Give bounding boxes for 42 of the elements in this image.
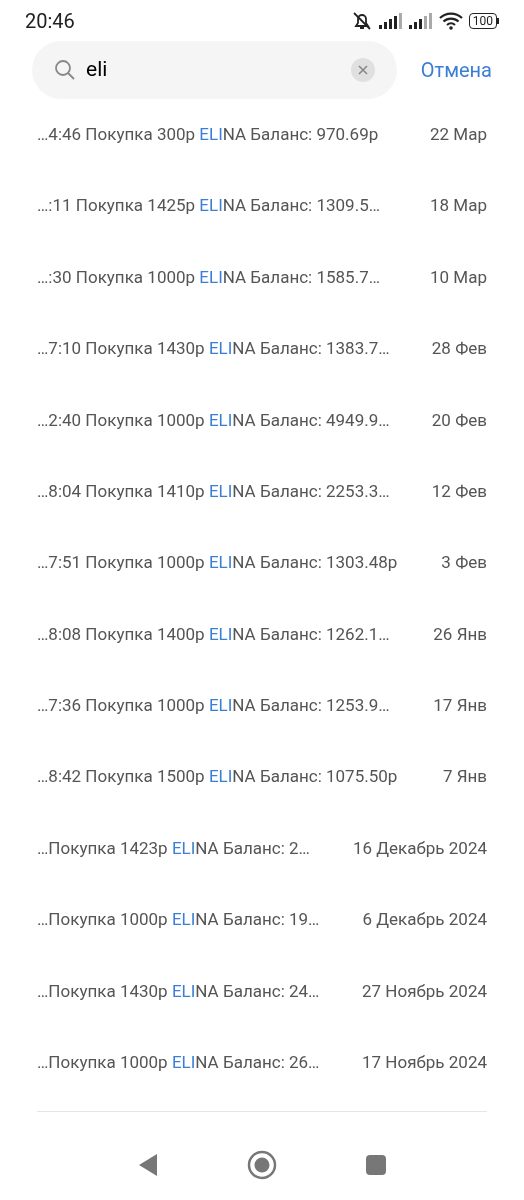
result-text[interactable]: …Покупка 1423р ELINA Баланс: 2… <box>37 835 310 862</box>
home-icon[interactable] <box>247 1150 277 1181</box>
result-date: 7 Янв <box>442 765 487 789</box>
search-field[interactable]: eli <box>32 41 397 99</box>
result-text[interactable]: …7:51 Покупка 1000р ELINA Баланс: 1303.48р <box>37 550 398 576</box>
clear-button[interactable] <box>350 58 375 82</box>
result-text[interactable]: …Покупка 1000р ELINA Баланс: 19… <box>37 907 320 933</box>
result-text[interactable]: …Покупка 1000р ELINA Баланс: 26… <box>37 1050 320 1076</box>
result-date: 16 Декабрь 2024 <box>352 836 487 860</box>
result-date: 22 Мар <box>430 122 487 146</box>
result-date: 20 Фев <box>431 408 487 432</box>
cancel-button[interactable]: Отмена <box>420 55 492 85</box>
result-text[interactable]: …:30 Покупка 1000р ELINA Баланс: 1585.7… <box>37 264 381 291</box>
result-text[interactable]: …7:10 Покупка 1430р ELINA Баланс: 1383.7… <box>37 336 390 362</box>
muted-bell-icon <box>350 10 373 32</box>
recents-icon[interactable] <box>365 1154 387 1177</box>
result-text[interactable]: …8:08 Покупка 1400р ELINA Баланс: 1262.1… <box>37 621 390 648</box>
result-date: 17 Ноябрь 2024 <box>362 1051 487 1074</box>
result-date: 3 Фев <box>441 551 487 575</box>
status-time: 20:46 <box>25 8 75 35</box>
result-date: 12 Фев <box>431 479 487 503</box>
result-text[interactable]: …8:04 Покупка 1410р ELINA Баланс: 2253.3… <box>37 478 390 505</box>
result-date: 6 Декабрь 2024 <box>362 908 487 932</box>
result-text[interactable]: …4:46 Покупка 300р ELINA Баланс: 970.69р <box>37 121 379 148</box>
result-date: 10 Мар <box>430 265 487 289</box>
result-date: 26 Янв <box>433 622 487 646</box>
result-date: 17 Янв <box>433 694 487 718</box>
close-icon <box>357 65 368 75</box>
signal-icon <box>378 12 403 30</box>
result-text[interactable]: …:11 Покупка 1425р ELINA Баланс: 1309.5… <box>37 193 381 219</box>
back-icon[interactable] <box>137 1153 159 1178</box>
result-text[interactable]: …2:40 Покупка 1000р ELINA Баланс: 4949.9… <box>37 407 390 433</box>
result-text[interactable]: …7:36 Покупка 1000р ELINA Баланс: 1253.9… <box>37 693 390 719</box>
search-icon <box>54 59 76 81</box>
wifi-icon <box>438 12 463 30</box>
result-date: 27 Ноябрь 2024 <box>362 979 487 1003</box>
battery-indicator: 100 <box>468 13 499 29</box>
result-date: 28 Фев <box>431 337 487 361</box>
result-text[interactable]: …8:42 Покупка 1500р ELINA Баланс: 1075.50р <box>37 764 398 790</box>
result-text[interactable]: …Покупка 1430р ELINA Баланс: 24… <box>37 978 320 1005</box>
result-date: 18 Мар <box>430 194 487 218</box>
signal-icon <box>408 12 433 30</box>
